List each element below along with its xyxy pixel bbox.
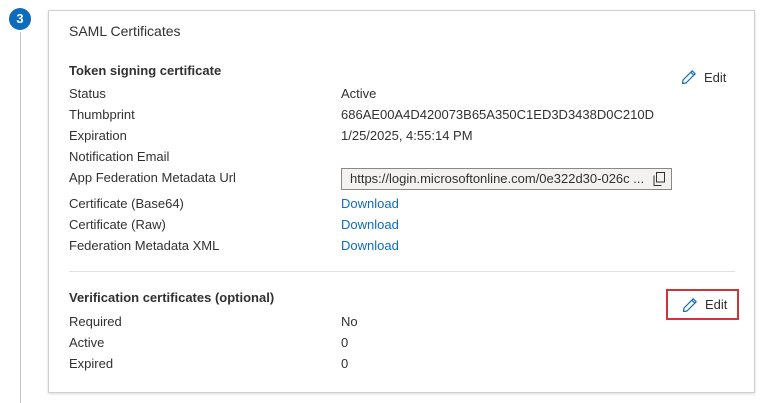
- status-label: Status: [69, 86, 106, 101]
- verification-edit-label: Edit: [705, 297, 728, 312]
- token-signing-edit-label: Edit: [704, 69, 727, 85]
- certificate-base64-label: Certificate (Base64): [69, 196, 184, 211]
- app-federation-metadata-url-field[interactable]: https://login.microsoftonline.com/0e322d…: [341, 168, 672, 190]
- required-value: No: [341, 314, 358, 329]
- step-connector-line: [20, 32, 21, 403]
- pencil-icon: [681, 70, 696, 85]
- active-value: 0: [341, 335, 349, 350]
- verification-edit-button[interactable]: Edit: [666, 289, 739, 320]
- card-title: SAML Certificates: [69, 23, 181, 39]
- expiration-label: Expiration: [69, 128, 127, 143]
- federation-metadata-xml-download-link[interactable]: Download: [341, 238, 399, 253]
- app-federation-metadata-url-value: https://login.microsoftonline.com/0e322d…: [350, 171, 645, 186]
- certificate-base64-download-link[interactable]: Download: [341, 196, 399, 211]
- notification-email-label: Notification Email: [69, 149, 170, 164]
- expired-value: 0: [341, 356, 349, 371]
- thumbprint-value: 686AE00A4D420073B65A350C1ED3D3438D0C210D: [341, 107, 654, 122]
- status-value: Active: [341, 86, 377, 101]
- copy-icon[interactable]: [653, 172, 665, 186]
- federation-metadata-xml-label: Federation Metadata XML: [69, 238, 220, 253]
- step-number-badge: 3: [9, 8, 31, 30]
- certificate-raw-label: Certificate (Raw): [69, 217, 166, 232]
- thumbprint-label: Thumbprint: [69, 107, 135, 122]
- pencil-icon: [682, 297, 697, 312]
- active-label: Active: [69, 335, 105, 350]
- section-divider: [69, 271, 735, 272]
- certificate-raw-download-link[interactable]: Download: [341, 217, 399, 232]
- verification-section-title: Verification certificates (optional): [69, 290, 275, 305]
- token-signing-section-title: Token signing certificate: [69, 63, 222, 78]
- saml-certificates-card: SAML Certificates Token signing certific…: [48, 10, 755, 393]
- app-federation-metadata-url-label: App Federation Metadata Url: [69, 170, 236, 185]
- page: 3 SAML Certificates Token signing certif…: [0, 0, 769, 403]
- expiration-value: 1/25/2025, 4:55:14 PM: [341, 128, 473, 143]
- required-label: Required: [69, 314, 122, 329]
- expired-label: Expired: [69, 356, 114, 371]
- token-signing-edit-button[interactable]: Edit: [681, 69, 726, 85]
